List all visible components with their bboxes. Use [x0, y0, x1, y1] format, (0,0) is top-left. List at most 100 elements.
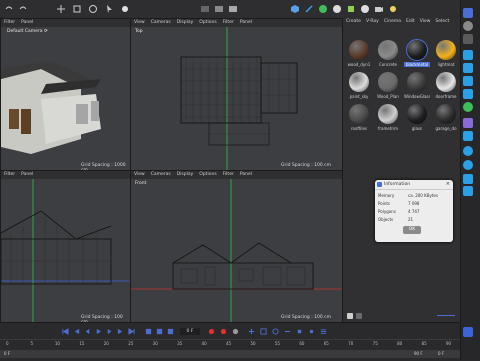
material-swatch[interactable]	[406, 39, 428, 61]
material-swatch[interactable]	[378, 72, 398, 92]
material-swatch[interactable]	[349, 72, 369, 92]
viewport-top[interactable]: View Cameras Display Options Filter Pane…	[130, 18, 344, 172]
menu-filter[interactable]: Filter	[4, 19, 15, 27]
material-swatch[interactable]	[436, 104, 456, 124]
dynamics-icon[interactable]	[463, 174, 473, 184]
timeline-menu-icon[interactable]	[320, 328, 327, 335]
record-icon[interactable]	[208, 328, 215, 335]
ruler-tick-label: 5	[30, 341, 33, 346]
rotate-tool-icon[interactable]	[88, 4, 98, 14]
list-view-icon[interactable]	[356, 313, 362, 319]
material-swatch[interactable]	[407, 72, 427, 92]
material-swatch[interactable]	[407, 104, 427, 124]
current-frame-field[interactable]: 0 F	[180, 328, 200, 335]
prev-frame-icon[interactable]	[84, 328, 91, 335]
grid-view-icon[interactable]	[347, 313, 353, 319]
cube-icon[interactable]	[290, 4, 300, 14]
ok-button[interactable]: OK	[403, 226, 421, 234]
pla-key-icon[interactable]	[296, 328, 303, 335]
material-swatch[interactable]	[349, 40, 369, 60]
tag-icon[interactable]	[463, 118, 473, 128]
material-swatch[interactable]	[436, 72, 456, 92]
material-name[interactable]: wood_dyn1	[346, 62, 372, 67]
thumbnail-size-slider[interactable]	[437, 315, 455, 316]
pos-key-icon[interactable]	[248, 328, 255, 335]
undo-icon[interactable]	[4, 4, 14, 14]
material-name[interactable]: Concrete	[375, 62, 401, 67]
light-icon[interactable]	[388, 4, 398, 14]
object-icon[interactable]	[463, 34, 473, 44]
menu-select[interactable]: Select	[435, 18, 449, 26]
menu-panel[interactable]: Panel	[21, 19, 33, 27]
render-settings-icon[interactable]	[228, 4, 238, 14]
menu-view[interactable]: View	[420, 18, 431, 26]
menu-create[interactable]: Create	[346, 18, 361, 26]
pen-icon[interactable]	[304, 4, 314, 14]
material-name[interactable]: frametrim	[375, 126, 401, 131]
material-name[interactable]: glass	[404, 126, 430, 131]
cube-primitive-icon[interactable]	[463, 50, 473, 60]
material-name[interactable]: paint_sky	[346, 94, 372, 99]
material-name[interactable]: blackmetal	[404, 62, 430, 67]
go-to-start-icon[interactable]	[62, 328, 69, 335]
text-icon[interactable]	[463, 76, 473, 86]
info-label: Polygons	[378, 209, 396, 214]
attribute-icon[interactable]	[463, 8, 473, 18]
viewport-right[interactable]: Filter Panel Grid Spacing : 100 cm	[0, 170, 132, 324]
layout-icon[interactable]	[463, 21, 473, 31]
select-tool-icon[interactable]	[104, 4, 114, 14]
subdivision-surface-icon[interactable]	[463, 102, 473, 112]
subdivision-icon[interactable]	[318, 4, 328, 14]
material-name[interactable]: lightmat	[433, 62, 459, 67]
material-name[interactable]: rooftiles	[346, 126, 372, 131]
bounce-icon[interactable]	[156, 328, 163, 335]
field-icon[interactable]	[360, 4, 370, 14]
timeline-options-icon[interactable]	[167, 328, 174, 335]
material-name[interactable]: garage_do	[433, 126, 459, 131]
cloner-icon[interactable]	[332, 4, 342, 14]
environment-icon[interactable]	[463, 160, 473, 170]
menu-vray[interactable]: V-Ray	[366, 18, 379, 26]
keyframe-selection-icon[interactable]	[232, 328, 239, 335]
camera-label[interactable]: Default Camera ⟳	[7, 29, 48, 34]
material-name[interactable]: WindowGlass	[404, 94, 430, 99]
param-key-icon[interactable]	[284, 328, 291, 335]
menu-cinema[interactable]: Cinema	[384, 18, 401, 26]
coordinate-system-icon[interactable]	[120, 4, 130, 14]
camera-icon[interactable]	[374, 4, 384, 14]
redo-icon[interactable]	[18, 4, 28, 14]
material-name[interactable]: Wood_Plan	[375, 94, 401, 99]
autokey-icon[interactable]	[220, 328, 227, 335]
hair-icon[interactable]	[463, 186, 473, 196]
rotation-key-icon[interactable]	[272, 328, 279, 335]
workplane-icon[interactable]	[463, 327, 473, 337]
mograph-icon[interactable]	[463, 131, 473, 141]
array-icon[interactable]	[463, 89, 473, 99]
material-swatch[interactable]	[349, 104, 369, 124]
scale-key-icon[interactable]	[260, 328, 267, 335]
spline-icon[interactable]	[463, 63, 473, 73]
move-tool-icon[interactable]	[56, 4, 66, 14]
material-name[interactable]: doorframe	[433, 94, 459, 99]
play-icon[interactable]	[95, 328, 102, 335]
close-icon[interactable]: ×	[446, 180, 450, 189]
render-region-icon[interactable]	[200, 4, 210, 14]
next-frame-icon[interactable]	[106, 328, 113, 335]
prev-key-icon[interactable]	[73, 328, 80, 335]
point-level-icon[interactable]	[308, 328, 315, 335]
menu-edit[interactable]: Edit	[406, 18, 415, 26]
deformer-icon[interactable]	[346, 4, 356, 14]
go-to-end-icon[interactable]	[128, 328, 135, 335]
loop-icon[interactable]	[145, 328, 152, 335]
material-swatch[interactable]	[378, 40, 398, 60]
sphere-icon[interactable]	[463, 146, 473, 156]
material-swatch[interactable]	[378, 104, 398, 124]
scale-tool-icon[interactable]	[72, 4, 82, 14]
viewport-perspective[interactable]: Filter Panel Default Camera ⟳ Grid Spaci…	[0, 18, 132, 172]
frame-range-track[interactable]: 0 F 90 F 0 F	[0, 350, 460, 358]
timeline-ruler[interactable]: 0 5 10 15 20 25 30 35 40 45 50 55 60 65 70 75 80 85 90	[0, 339, 460, 349]
material-swatch[interactable]	[436, 40, 456, 60]
viewport-front[interactable]: View Cameras Display Options Filter Pane…	[130, 170, 344, 324]
render-view-icon[interactable]	[214, 4, 224, 14]
next-key-icon[interactable]	[117, 328, 124, 335]
